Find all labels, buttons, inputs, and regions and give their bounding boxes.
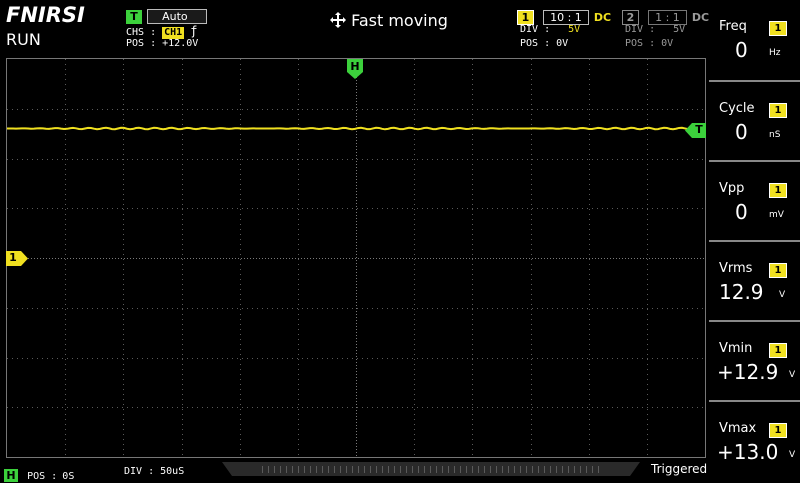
timebase-pos: 0S bbox=[62, 471, 75, 482]
measurement-value: +12.9 bbox=[717, 360, 779, 384]
ch2-pos: 0V bbox=[661, 38, 674, 49]
timebase-pos-label: POS : bbox=[27, 471, 58, 482]
ch1-pos-row: POS : 0V bbox=[520, 38, 568, 49]
measurement-label: Freq bbox=[719, 19, 747, 34]
measurement-vrms[interactable]: Vrms 1 12.9 V bbox=[709, 240, 800, 320]
status-bar: H POS : 0S DIV : 50uS Triggered bbox=[0, 461, 800, 483]
measurement-label: Vmin bbox=[719, 341, 753, 356]
measurement-channel-badge: 1 bbox=[769, 103, 787, 118]
ch1-header[interactable]: 1 10 : 1 DC bbox=[517, 6, 611, 25]
ch2-coupling[interactable]: DC bbox=[692, 11, 709, 24]
ch2-div-label: DIV : bbox=[625, 24, 656, 35]
trigger-status: Triggered bbox=[651, 462, 708, 476]
timebase-badge: H bbox=[4, 469, 18, 482]
trigger-source-row[interactable]: CHS : CH1 ƒ bbox=[126, 24, 197, 39]
measurement-unit: mV bbox=[769, 210, 784, 220]
ch1-pos: 0V bbox=[556, 38, 569, 49]
measurement-unit: V bbox=[789, 450, 796, 460]
ch1-badge[interactable]: 1 bbox=[517, 10, 534, 25]
measurement-label: Vpp bbox=[719, 181, 745, 196]
memory-bar-shape bbox=[222, 462, 640, 476]
measurement-channel-badge: 1 bbox=[769, 263, 787, 278]
ch1-div-label: DIV : bbox=[520, 24, 551, 35]
trigger-mode-group[interactable]: T Auto bbox=[126, 5, 207, 24]
trigger-pos-row: POS : +12.0V bbox=[126, 38, 198, 49]
trigger-pos: +12.0V bbox=[162, 38, 199, 49]
trigger-marker-label: T bbox=[695, 123, 703, 136]
trigger-edge-icon[interactable]: ƒ bbox=[190, 24, 197, 38]
measurement-value: 0 bbox=[735, 38, 748, 62]
move-arrows-icon bbox=[330, 12, 346, 28]
ch2-probe[interactable]: 1 : 1 bbox=[648, 10, 687, 25]
move-mode-label: Fast moving bbox=[351, 11, 448, 30]
measurement-channel-badge: 1 bbox=[769, 343, 787, 358]
ch2-pos-row: POS : 0V bbox=[625, 38, 673, 49]
timebase-pos-group[interactable]: H POS : 0S bbox=[4, 464, 74, 483]
measurement-channel-badge: 1 bbox=[769, 183, 787, 198]
ch1-marker-label: 1 bbox=[9, 251, 17, 264]
trigger-badge: T bbox=[126, 10, 142, 24]
ch2-header[interactable]: 2 1 : 1 DC bbox=[622, 6, 709, 25]
measurement-freq[interactable]: Freq 1 0 Hz bbox=[709, 0, 800, 78]
timebase-div-label: DIV : bbox=[124, 466, 155, 477]
measurement-value: 12.9 bbox=[719, 280, 764, 304]
measurement-unit: V bbox=[789, 370, 796, 380]
measurement-label: Vrms bbox=[719, 261, 753, 276]
move-mode-title[interactable]: Fast moving bbox=[330, 11, 448, 30]
ch1-probe[interactable]: 10 : 1 bbox=[543, 10, 589, 25]
ch1-coupling[interactable]: DC bbox=[594, 11, 611, 24]
waveform-display[interactable] bbox=[6, 58, 706, 458]
measurement-channel-badge: 1 bbox=[769, 21, 787, 36]
measurement-channel-badge: 1 bbox=[769, 423, 787, 438]
ch1-offset-marker[interactable]: 1 bbox=[6, 251, 28, 266]
ch1-trace bbox=[7, 126, 704, 131]
measurement-panel: Freq 1 0 Hz Cycle 1 0 nS Vpp 1 0 mV Vrms… bbox=[709, 0, 800, 480]
horizontal-position-marker[interactable]: H bbox=[347, 59, 363, 79]
trigger-source-label: CHS : bbox=[126, 27, 157, 38]
h-marker-label: H bbox=[350, 60, 360, 73]
ch1-div: 5V bbox=[568, 24, 581, 35]
measurement-unit: Hz bbox=[769, 48, 781, 58]
measurement-unit: nS bbox=[769, 130, 781, 140]
timebase-div: 50uS bbox=[160, 466, 185, 477]
measurement-vmin[interactable]: Vmin 1 +12.9 V bbox=[709, 320, 800, 400]
ch2-badge[interactable]: 2 bbox=[622, 10, 639, 25]
ch2-div: 5V bbox=[673, 24, 686, 35]
measurement-value: 0 bbox=[735, 120, 748, 144]
trigger-mode[interactable]: Auto bbox=[147, 9, 207, 24]
ch2-div-row: DIV : 5V bbox=[625, 24, 685, 35]
measurement-value: 0 bbox=[735, 200, 748, 224]
brand-logo: FNIRSI bbox=[6, 3, 85, 27]
timebase-div-group[interactable]: DIV : 50uS bbox=[124, 466, 184, 477]
measurement-unit: V bbox=[779, 290, 786, 300]
ch2-pos-label: POS : bbox=[625, 38, 656, 49]
trigger-level-marker[interactable]: T bbox=[685, 123, 706, 138]
measurement-cycle[interactable]: Cycle 1 0 nS bbox=[709, 80, 800, 160]
ch1-pos-label: POS : bbox=[520, 38, 551, 49]
measurement-vpp[interactable]: Vpp 1 0 mV bbox=[709, 160, 800, 240]
measurement-label: Vmax bbox=[719, 421, 757, 436]
measurement-label: Cycle bbox=[719, 101, 755, 116]
run-state[interactable]: RUN bbox=[6, 30, 41, 49]
waveform-grid bbox=[7, 59, 705, 457]
waveform-memory-bar[interactable] bbox=[222, 462, 640, 478]
trigger-pos-label: POS : bbox=[126, 38, 157, 49]
ch1-div-row: DIV : 5V bbox=[520, 24, 580, 35]
